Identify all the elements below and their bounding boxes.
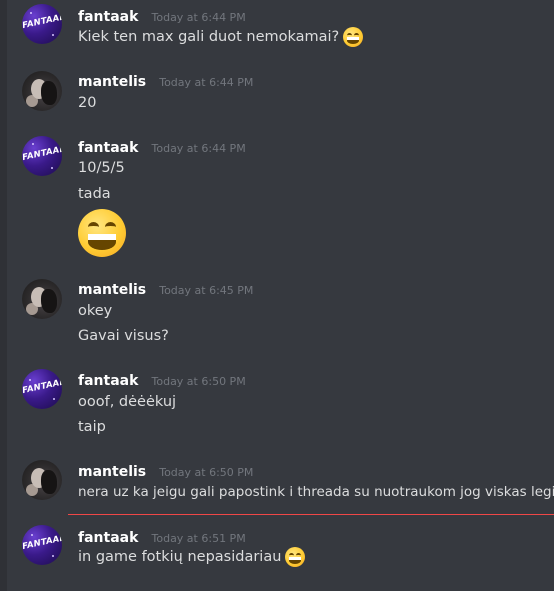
emoji-mouth	[88, 234, 116, 250]
avatar[interactable]	[22, 71, 62, 111]
avatar-logo-text: FANTAAK	[22, 532, 62, 553]
username[interactable]: fantaak	[78, 140, 138, 156]
message-header: mantelis Today at 6:45 PM	[78, 279, 253, 298]
avatar[interactable]: FANTAAK	[22, 136, 62, 176]
chat-messages: FANTAAK fantaak Today at 6:44 PM Kiek te…	[0, 0, 554, 591]
avatar[interactable]	[22, 279, 62, 319]
grinning-emoji-icon[interactable]	[285, 547, 306, 567]
message-text: 20	[78, 95, 97, 111]
message-line: okey	[78, 300, 112, 322]
emoji-teeth	[289, 557, 302, 560]
emoji-teeth	[347, 37, 360, 40]
message-line: 10/5/5	[78, 157, 125, 179]
avatar-shape	[41, 289, 57, 313]
avatar-logo-text: FANTAAK	[22, 11, 62, 32]
new-messages-divider	[68, 514, 554, 515]
grinning-emoji-icon[interactable]	[78, 209, 126, 257]
avatar[interactable]	[22, 460, 62, 500]
grinning-emoji-icon[interactable]	[343, 27, 364, 47]
emoji-teeth	[88, 234, 116, 240]
message-header: fantaak Today at 6:51 PM	[78, 527, 246, 546]
timestamp[interactable]: Today at 6:44 PM	[159, 76, 253, 89]
message-line: tada	[78, 183, 111, 205]
avatar-logo-text: FANTAAK	[22, 376, 62, 397]
message-line: in game fotkių nepasidariau	[78, 546, 306, 568]
avatar[interactable]: FANTAAK	[22, 525, 62, 565]
sparkle	[29, 379, 31, 381]
emoji-eye	[88, 222, 99, 232]
avatar-logo-text: FANTAAK	[22, 143, 62, 164]
message-text: tada	[78, 186, 111, 202]
message-line: ooof, dėėėkuj	[78, 391, 176, 413]
username[interactable]: mantelis	[78, 282, 146, 298]
message-text: Kiek ten max gali duot nemokamai?	[78, 29, 340, 45]
username[interactable]: mantelis	[78, 74, 146, 90]
avatar[interactable]: FANTAAK	[22, 369, 62, 409]
message-text: nera uz ka jeigu gali papostink i thread…	[78, 484, 554, 500]
sparkle	[53, 398, 55, 400]
message-line: nera uz ka jeigu gali papostink i thread…	[78, 481, 554, 503]
emoji-eye	[105, 222, 116, 232]
username[interactable]: fantaak	[78, 9, 138, 25]
sparkle	[32, 143, 34, 145]
sparkle	[52, 555, 54, 557]
message-line: taip	[78, 416, 106, 438]
message-line: 20	[78, 92, 96, 114]
emoji-mouth	[289, 557, 302, 564]
avatar-shape	[41, 470, 57, 494]
sparkle	[30, 12, 32, 14]
timestamp[interactable]: Today at 6:44 PM	[152, 11, 246, 24]
message-header: fantaak Today at 6:44 PM	[78, 6, 246, 25]
message-header: mantelis Today at 6:50 PM	[78, 461, 253, 480]
message-line: Gavai visus?	[78, 325, 169, 347]
message-header: mantelis Today at 6:44 PM	[78, 71, 253, 90]
sparkle	[51, 167, 53, 169]
message-line	[78, 209, 126, 257]
message-header: fantaak Today at 6:50 PM	[78, 370, 246, 389]
emoji-mouth	[347, 37, 360, 44]
timestamp[interactable]: Today at 6:50 PM	[159, 466, 253, 479]
sparkle	[31, 534, 33, 536]
message-header: fantaak Today at 6:44 PM	[78, 137, 246, 156]
timestamp[interactable]: Today at 6:44 PM	[152, 142, 246, 155]
sparkle	[52, 34, 54, 36]
message-text: taip	[78, 419, 106, 435]
username[interactable]: mantelis	[78, 464, 146, 480]
message-text: okey	[78, 303, 113, 319]
username[interactable]: fantaak	[78, 530, 138, 546]
avatar[interactable]: FANTAAK	[22, 4, 62, 44]
message-line: Kiek ten max gali duot nemokamai?	[78, 26, 364, 48]
avatar-shape	[41, 81, 57, 105]
timestamp[interactable]: Today at 6:51 PM	[152, 532, 246, 545]
message-text: 10/5/5	[78, 160, 125, 176]
timestamp[interactable]: Today at 6:50 PM	[152, 375, 246, 388]
message-text: in game fotkių nepasidariau	[78, 549, 282, 565]
timestamp[interactable]: Today at 6:45 PM	[159, 284, 253, 297]
message-text: Gavai visus?	[78, 328, 169, 344]
message-text: ooof, dėėėkuj	[78, 394, 177, 410]
username[interactable]: fantaak	[78, 373, 138, 389]
